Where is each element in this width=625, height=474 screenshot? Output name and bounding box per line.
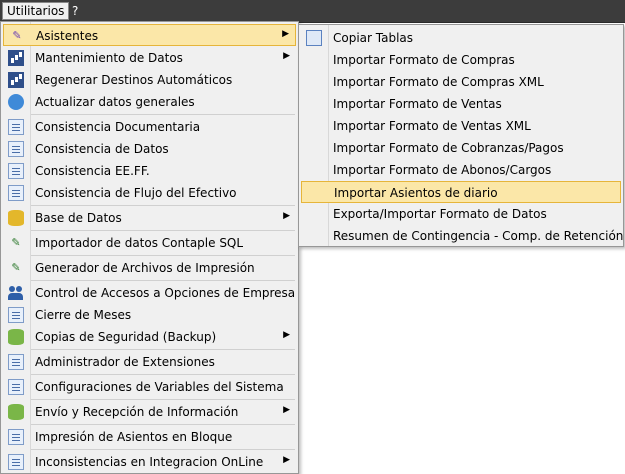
menu-separator — [31, 349, 295, 350]
menu-bar: Utilitarios ? — [0, 0, 625, 23]
menu-separator — [31, 399, 295, 400]
submenu-arrow-icon: ▶ — [283, 51, 290, 61]
menu-item-regenerar-destinos[interactable]: Regenerar Destinos Automáticos — [3, 69, 296, 91]
menu-item-label: Impresión de Asientos en Bloque — [35, 430, 233, 444]
submenu-item-resumen-contingencia[interactable]: Resumen de Contingencia - Comp. de Reten… — [301, 225, 624, 247]
menu-item-copias-seguridad[interactable]: Copias de Seguridad (Backup) ▶ — [3, 326, 296, 348]
menu-item-label: Inconsistencias en Integracion OnLine — [35, 455, 264, 469]
menu-separator — [31, 280, 295, 281]
menu-item-label: Importar Formato de Ventas XML — [333, 119, 531, 133]
menu-item-label: Importador de datos Contaple SQL — [35, 236, 244, 250]
submenu-item-importar-compras[interactable]: Importar Formato de Compras — [301, 49, 621, 71]
menu-item-label: Consistencia Documentaria — [35, 120, 201, 134]
utilitarios-dropdown: ✎ Asistentes ▶ Mantenimiento de Datos ▶ … — [0, 21, 299, 474]
menu-item-label: Cierre de Meses — [35, 308, 132, 322]
menu-item-label: Generador de Archivos de Impresión — [35, 261, 255, 275]
menu-item-label: Importar Asientos de diario — [334, 186, 498, 200]
database-icon — [8, 210, 24, 226]
menu-item-label: Copias de Seguridad (Backup) — [35, 330, 217, 344]
menu-item-label: Importar Formato de Cobranzas/Pagos — [333, 141, 564, 155]
menu-item-label: Actualizar datos generales — [35, 95, 195, 109]
document-icon — [8, 429, 24, 445]
submenu-arrow-icon: ▶ — [282, 29, 289, 39]
menu-item-cierre-meses[interactable]: Cierre de Meses — [3, 304, 296, 326]
menu-item-label: Importar Formato de Abonos/Cargos — [333, 163, 552, 177]
document-icon — [8, 307, 24, 323]
menu-item-generador-archivos[interactable]: ✎ Generador de Archivos de Impresión — [3, 257, 296, 279]
menu-item-label: Resumen de Contingencia - Comp. de Reten… — [333, 229, 624, 243]
menu-item-label: Mantenimiento de Datos — [35, 51, 183, 65]
menu-item-control-accesos[interactable]: Control de Accesos a Opciones de Empresa — [3, 282, 296, 304]
menu-help[interactable]: ? — [68, 2, 82, 20]
menu-item-label: Consistencia EE.FF. — [35, 164, 150, 178]
document-icon — [8, 354, 24, 370]
menu-item-importador-contaple[interactable]: ✎ Importador de datos Contaple SQL — [3, 232, 296, 254]
menu-item-consistencia-eeff[interactable]: Consistencia EE.FF. — [3, 160, 296, 182]
submenu-arrow-icon: ▶ — [283, 405, 290, 415]
asistentes-submenu: Copiar Tablas Importar Formato de Compra… — [298, 24, 624, 247]
menu-item-label: Base de Datos — [35, 211, 122, 225]
document-icon — [8, 119, 24, 135]
submenu-item-importar-ventas-xml[interactable]: Importar Formato de Ventas XML — [301, 115, 621, 137]
menu-item-label: Envío y Recepción de Información — [35, 405, 239, 419]
menu-item-impresion-asientos[interactable]: Impresión de Asientos en Bloque — [3, 426, 296, 448]
menu-item-label: Copiar Tablas — [333, 31, 414, 45]
menu-separator — [31, 230, 295, 231]
globe-icon — [8, 94, 24, 110]
submenu-item-importar-abonos[interactable]: Importar Formato de Abonos/Cargos — [301, 159, 621, 181]
menu-item-envio-recepcion[interactable]: Envío y Recepción de Información ▶ — [3, 401, 296, 423]
document-icon — [8, 163, 24, 179]
menu-item-label: Consistencia de Datos — [35, 142, 169, 156]
menu-item-label: Importar Formato de Compras XML — [333, 75, 544, 89]
submenu-arrow-icon: ▶ — [283, 455, 290, 465]
menu-item-base-datos[interactable]: Base de Datos ▶ — [3, 207, 296, 229]
menu-item-mantenimiento-datos[interactable]: Mantenimiento de Datos ▶ — [3, 47, 296, 69]
submenu-item-importar-asientos[interactable]: Importar Asientos de diario — [301, 181, 621, 203]
document-icon — [8, 185, 24, 201]
edit-icon: ✎ — [11, 261, 21, 274]
submenu-arrow-icon: ▶ — [283, 330, 290, 340]
menu-item-label: Control de Accesos a Opciones de Empresa — [35, 286, 296, 300]
document-icon — [8, 379, 24, 395]
menu-separator — [31, 449, 295, 450]
menu-item-asistentes[interactable]: ✎ Asistentes ▶ — [3, 24, 296, 46]
menu-item-label: Asistentes — [36, 29, 99, 43]
menu-separator — [31, 374, 295, 375]
menu-item-configuraciones-variables[interactable]: Configuraciones de Variables del Sistema — [3, 376, 296, 398]
menu-separator — [31, 114, 295, 115]
menu-item-consistencia-datos[interactable]: Consistencia de Datos — [3, 138, 296, 160]
submenu-item-importar-cobranzas[interactable]: Importar Formato de Cobranzas/Pagos — [301, 137, 621, 159]
menu-item-administrador-extensiones[interactable]: Administrador de Extensiones — [3, 351, 296, 373]
menu-item-consistencia-documentaria[interactable]: Consistencia Documentaria — [3, 116, 296, 138]
database-icon — [8, 329, 24, 345]
menu-item-consistencia-flujo[interactable]: Consistencia de Flujo del Efectivo — [3, 182, 296, 204]
document-icon — [8, 141, 24, 157]
menu-item-label: Importar Formato de Compras — [333, 53, 515, 67]
menu-separator — [31, 255, 295, 256]
menu-item-label: Consistencia de Flujo del Efectivo — [35, 186, 237, 200]
chart-icon — [8, 50, 24, 66]
tables-icon — [306, 30, 322, 46]
submenu-arrow-icon: ▶ — [283, 211, 290, 221]
submenu-item-copiar-tablas[interactable]: Copiar Tablas — [301, 27, 621, 49]
database-icon — [8, 404, 24, 420]
menu-item-label: Importar Formato de Ventas — [333, 97, 502, 111]
users-icon — [8, 285, 24, 301]
submenu-item-importar-ventas[interactable]: Importar Formato de Ventas — [301, 93, 621, 115]
menu-item-label: Exporta/Importar Formato de Datos — [333, 207, 547, 221]
menu-item-label: Administrador de Extensiones — [35, 355, 215, 369]
menu-item-inconsistencias-online[interactable]: Inconsistencias en Integracion OnLine ▶ — [3, 451, 296, 473]
menu-item-label: Regenerar Destinos Automáticos — [35, 73, 233, 87]
document-icon — [8, 454, 24, 470]
edit-icon: ✎ — [11, 236, 21, 249]
submenu-item-importar-compras-xml[interactable]: Importar Formato de Compras XML — [301, 71, 621, 93]
wand-icon: ✎ — [12, 29, 22, 42]
menu-separator — [31, 424, 295, 425]
menu-separator — [31, 205, 295, 206]
chart-icon — [8, 72, 24, 88]
submenu-item-exporta-importar[interactable]: Exporta/Importar Formato de Datos — [301, 203, 621, 225]
menu-item-label: Configuraciones de Variables del Sistema — [35, 380, 284, 394]
menu-utilitarios[interactable]: Utilitarios — [2, 2, 70, 20]
menu-item-actualizar-datos[interactable]: Actualizar datos generales — [3, 91, 296, 113]
